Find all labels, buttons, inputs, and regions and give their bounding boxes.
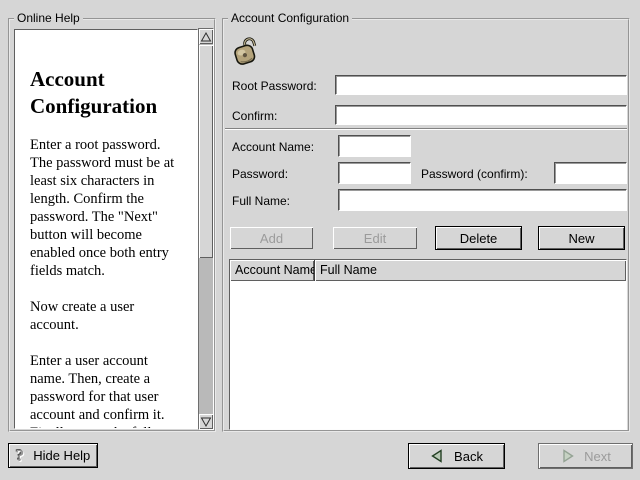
online-help-panel: Online Help Account Configuration Enter … — [8, 18, 216, 432]
password-input[interactable] — [338, 162, 411, 184]
back-arrow-icon — [430, 449, 445, 463]
new-button[interactable]: New — [538, 226, 625, 250]
next-label: Next — [584, 449, 611, 464]
arrow-down-icon — [200, 416, 212, 428]
back-button[interactable]: Back — [408, 443, 505, 469]
accounts-table-header: Account Name Full Name — [230, 260, 626, 281]
section-separator — [225, 128, 627, 129]
full-name-label: Full Name: — [232, 194, 290, 208]
help-paragraph: Enter a user account name. Then, create … — [30, 352, 184, 429]
help-heading: Account Configuration — [30, 66, 185, 120]
next-button[interactable]: Next — [538, 443, 633, 469]
column-header-full-name[interactable]: Full Name — [315, 260, 626, 281]
account-configuration-panel: Account Configuration Root Password: Con… — [222, 18, 630, 432]
root-password-input[interactable] — [335, 75, 627, 95]
padlock-icon — [230, 33, 260, 67]
accounts-table-body[interactable] — [230, 281, 626, 429]
help-paragraph: Now create a user account. — [30, 298, 184, 334]
delete-button[interactable]: Delete — [435, 226, 522, 250]
hide-help-button[interactable]: ? Hide Help — [8, 443, 98, 468]
password-confirm-label: Password (confirm): — [421, 167, 528, 181]
confirm-label: Confirm: — [232, 109, 277, 123]
help-scrollbar[interactable] — [198, 28, 214, 430]
question-mark-icon: ? — [16, 448, 25, 463]
back-label: Back — [454, 449, 483, 464]
root-password-label: Root Password: — [232, 79, 317, 93]
arrow-up-icon — [200, 31, 212, 43]
password-label: Password: — [232, 167, 288, 181]
help-text: Account Configuration Enter a root passw… — [15, 30, 195, 429]
scrollbar-thumb[interactable] — [199, 45, 213, 258]
installer-window: { "help": { "frame_label": "Online Help"… — [0, 0, 640, 480]
hide-help-label: Hide Help — [33, 448, 90, 463]
edit-button[interactable]: Edit — [332, 226, 418, 250]
online-help-title: Online Help — [14, 11, 83, 25]
confirm-password-input[interactable] — [335, 105, 627, 125]
help-paragraph: Enter a root password. The password must… — [30, 136, 184, 280]
scroll-up-button[interactable] — [199, 29, 213, 44]
account-configuration-title: Account Configuration — [228, 11, 352, 25]
help-text-area: Account Configuration Enter a root passw… — [14, 29, 198, 429]
full-name-input[interactable] — [338, 189, 627, 211]
password-confirm-input[interactable] — [554, 162, 627, 184]
account-name-input[interactable] — [338, 135, 411, 157]
next-arrow-icon — [560, 449, 575, 463]
account-name-label: Account Name: — [232, 140, 314, 154]
column-header-account-name[interactable]: Account Name — [230, 260, 315, 281]
accounts-table: Account Name Full Name — [229, 259, 627, 430]
add-button[interactable]: Add — [229, 226, 314, 250]
scroll-down-button[interactable] — [199, 414, 213, 429]
